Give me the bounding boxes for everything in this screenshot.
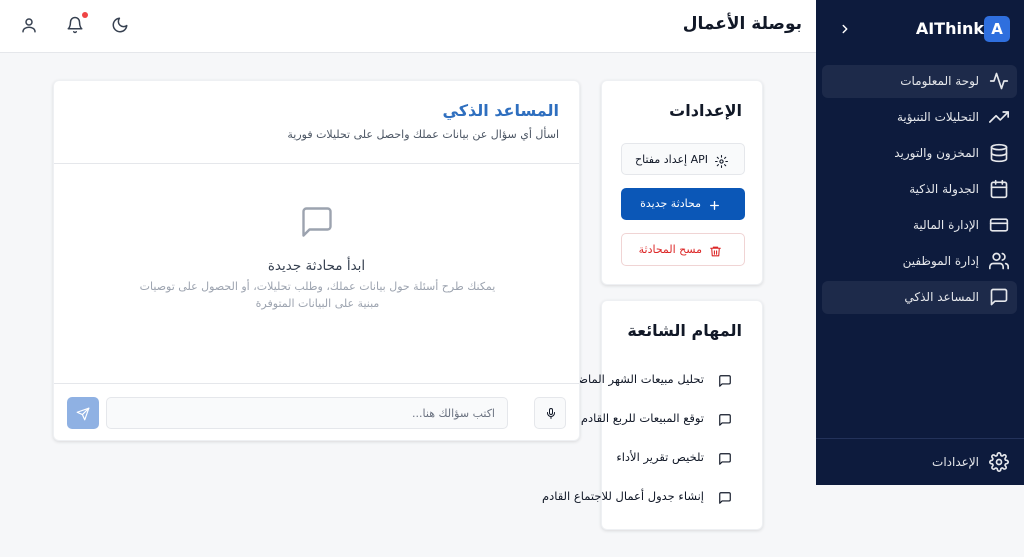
divider: [54, 383, 579, 384]
sidebar-item-label: لوحة المعلومات: [900, 74, 979, 88]
common-tasks-card: المهام الشائعة تحليل مبيعات الشهر الماضي…: [542, 300, 763, 530]
chat-title: المساعد الذكي: [442, 101, 559, 120]
activity-icon: [989, 71, 1009, 91]
settings-card: الإعدادات إعداد مفتاح API محادثة جديدة م…: [601, 80, 763, 285]
sidebar-item-label: التحليلات التنبؤية: [896, 110, 979, 124]
database-icon: [989, 143, 1009, 163]
task-label: إنشاء جدول أعمال للاجتماع القادم: [541, 489, 704, 503]
message-square-icon: [989, 287, 1009, 307]
sidebar-item-scheduling[interactable]: الجدولة الذكية: [822, 173, 1017, 206]
users-icon: [989, 251, 1010, 271]
brand: A AIThink: [816, 0, 1024, 60]
top-bar: بوصلة الأعمال: [0, 0, 816, 53]
sidebar-nav: لوحة المعلومات التحليلات التنبؤية المخزو…: [822, 65, 1017, 317]
new-chat-button[interactable]: محادثة جديدة: [621, 188, 745, 220]
divider: [54, 163, 579, 164]
brand-logo: A: [984, 16, 1010, 42]
send-icon: [76, 406, 90, 421]
sidebar-item-finance[interactable]: الإدارة المالية: [822, 209, 1017, 242]
api-key-button[interactable]: إعداد مفتاح API: [621, 143, 745, 175]
sidebar-item-label: الإدارة المالية: [912, 218, 979, 232]
common-tasks-title: المهام الشائعة: [627, 321, 742, 340]
message-square-icon: [718, 412, 732, 426]
new-chat-button-label: محادثة جديدة: [640, 197, 701, 210]
message-square-icon: [718, 490, 732, 504]
sidebar-item-label: المساعد الذكي: [904, 290, 979, 304]
page-title: بوصلة الأعمال: [682, 14, 802, 34]
notification-dot: [82, 12, 88, 18]
sidebar-divider: [816, 438, 1024, 439]
chevron-right-icon[interactable]: [838, 20, 852, 38]
bell-icon[interactable]: [66, 16, 84, 34]
calendar-icon: [989, 179, 1009, 199]
credit-card-icon: [989, 215, 1009, 235]
sidebar-item-settings[interactable]: الإعدادات: [822, 446, 1017, 479]
trending-up-icon: [989, 107, 1009, 127]
sidebar-item-label: إدارة الموظفين: [902, 254, 979, 268]
sidebar-item-dashboard[interactable]: لوحة المعلومات: [822, 65, 1017, 98]
sidebar-item-inventory[interactable]: المخزون والتوريد: [822, 137, 1017, 170]
empty-state-title: ابدأ محادثة جديدة: [267, 258, 366, 274]
settings-title: الإعدادات: [669, 101, 742, 120]
task-label: توقع المبيعات للربع القادم: [580, 411, 704, 425]
task-label: تلخيص تقرير الأداء: [616, 450, 704, 464]
plus-icon: [708, 197, 721, 210]
message-square-icon: [718, 451, 732, 465]
message-square-icon: [299, 204, 335, 240]
sidebar-item-predictive-analytics[interactable]: التحليلات التنبؤية: [822, 101, 1017, 134]
sidebar-item-label: المخزون والتوريد: [894, 146, 979, 160]
sidebar-item-ai-assistant[interactable]: المساعد الذكي: [822, 281, 1017, 314]
chat-input[interactable]: [106, 397, 508, 429]
clear-chat-button[interactable]: مسح المحادثة: [621, 233, 745, 266]
sidebar-item-label: الجدولة الذكية: [909, 182, 979, 196]
sidebar: A AIThink لوحة المعلومات التحليلات التنب…: [816, 0, 1024, 485]
ai-assistant-card: المساعد الذكي اسأل أي سؤال عن بيانات عمل…: [53, 80, 580, 441]
sidebar-item-employees[interactable]: إدارة الموظفين: [822, 245, 1017, 278]
empty-state-description: يمكنك طرح أسئلة حول بيانات عملك، وطلب تح…: [139, 280, 496, 310]
trash-icon: [709, 243, 722, 257]
sidebar-item-label: الإعدادات: [932, 455, 979, 469]
brand-name: AIThink: [915, 19, 984, 38]
gear-icon: [989, 452, 1009, 472]
moon-icon[interactable]: [111, 16, 129, 34]
chat-subtitle: اسأل أي سؤال عن بيانات عملك واحصل على تح…: [287, 128, 559, 141]
message-square-icon: [718, 373, 732, 387]
microphone-icon: [545, 406, 557, 421]
microphone-button[interactable]: [534, 397, 566, 429]
send-button[interactable]: [67, 397, 99, 429]
clear-chat-button-label: مسح المحادثة: [638, 243, 702, 256]
user-icon[interactable]: [20, 16, 38, 34]
task-label: تحليل مبيعات الشهر الماضي: [568, 372, 704, 386]
api-key-button-label: إعداد مفتاح API: [635, 153, 708, 166]
gear-icon: [715, 153, 728, 168]
